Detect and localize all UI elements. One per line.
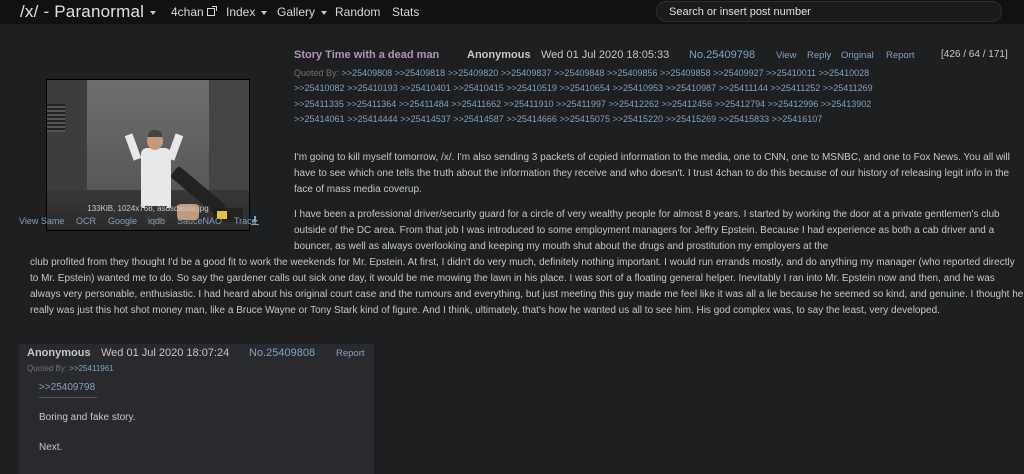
external-link-icon <box>206 6 217 16</box>
quoted-by-link[interactable]: >>25412262 <box>608 99 659 109</box>
quoted-by-link[interactable]: >>25411997 <box>556 99 606 109</box>
thread-stats: [426 / 64 / 171] <box>941 49 1008 60</box>
quoted-by-link[interactable]: >>25409848 <box>554 68 605 78</box>
quoted-by-link[interactable]: >>25409858 <box>660 68 711 78</box>
reply-date: Wed 01 Jul 2020 18:07:24 <box>101 347 230 359</box>
reply-quoted-by-link[interactable]: >>25411961 <box>69 364 113 373</box>
quoted-by-link[interactable]: >>25410654 <box>559 83 610 93</box>
quoted-by-link[interactable]: >>25416107 <box>772 114 823 124</box>
quoted-by-link[interactable]: >>25415269 <box>666 114 717 124</box>
quoted-by-link[interactable]: >>25410953 <box>612 83 663 93</box>
quoted-by-link[interactable]: >>25412456 <box>662 99 713 109</box>
search-input[interactable] <box>656 1 1002 22</box>
board-title[interactable]: /x/ - Paranormal <box>20 2 157 22</box>
nav-link-random[interactable]: Random <box>335 5 380 19</box>
quoted-by-link[interactable]: >>25412794 <box>715 99 766 109</box>
quoted-by-link[interactable]: >>25414537 <box>400 114 451 124</box>
quoted-by-link[interactable]: >>25409820 <box>448 68 499 78</box>
reply-post-number[interactable]: No.25409808 <box>249 347 315 359</box>
quoted-by-link[interactable]: >>25409927 <box>713 68 764 78</box>
quoted-by-link[interactable]: >>25410028 <box>819 68 870 78</box>
quoted-by-link[interactable]: >>25411335 <box>294 99 344 109</box>
op-date: Wed 01 Jul 2020 18:05:33 <box>541 49 670 61</box>
reply-quoted-by: Quoted By: >>25411961 <box>27 364 114 373</box>
quoted-by-link[interactable]: >>25411662 <box>451 99 501 109</box>
quoted-by-link[interactable]: >>25414444 <box>347 114 398 124</box>
chevron-down-icon[interactable] <box>150 10 157 15</box>
quoted-by-link[interactable]: >>25410082 <box>294 83 345 93</box>
thread-content: 133KiB, 1024x768, asdsdasda.jpg View Sam… <box>0 28 1024 474</box>
quoted-by-link[interactable]: >>25415075 <box>559 114 610 124</box>
nav-link-index-label: Index <box>226 5 256 19</box>
quoted-by-link[interactable]: >>25410519 <box>506 83 557 93</box>
quoted-by-link[interactable]: >>25411252 <box>770 83 820 93</box>
scene-vent <box>47 104 65 132</box>
reply-text-line-2: Next. <box>39 442 63 453</box>
quoted-by-link[interactable]: >>25414061 <box>294 114 345 124</box>
nav-link-gallery-label: Gallery <box>277 5 316 19</box>
op-post-number[interactable]: No.25409798 <box>689 49 755 61</box>
quoted-by-link[interactable]: >>25411364 <box>346 99 396 109</box>
quoted-by-label: Quoted By: <box>294 68 340 78</box>
quoted-by-link[interactable]: >>25415833 <box>719 114 770 124</box>
nav-link-stats[interactable]: Stats <box>392 5 419 19</box>
nav-link-4chan[interactable]: 4chan <box>171 5 217 19</box>
op-report-link[interactable]: Report <box>886 50 915 61</box>
chevron-down-icon <box>261 10 268 15</box>
quoted-by-link[interactable]: >>25410401 <box>400 83 451 93</box>
nav-link-index[interactable]: Index <box>226 5 268 19</box>
reply-report-link[interactable]: Report <box>336 348 365 359</box>
op-original-link[interactable]: Original <box>841 50 874 61</box>
reply-quote-link[interactable]: >>25409798 <box>39 382 95 393</box>
reply-poster-name: Anonymous <box>27 347 91 359</box>
op-body-paragraph-2-rest: club profited from they thought I'd be a… <box>30 257 1024 316</box>
nav-link-gallery[interactable]: Gallery <box>277 5 328 19</box>
op-subject: Story Time with a dead man <box>294 49 440 61</box>
quoted-by-link[interactable]: >>25411269 <box>823 83 873 93</box>
quoted-by-link[interactable]: >>25415220 <box>612 114 663 124</box>
quoted-by-link[interactable]: >>25409837 <box>501 68 552 78</box>
quoted-by-link[interactable]: >>25411484 <box>399 99 449 109</box>
chevron-down-icon <box>321 10 328 15</box>
quoted-by-link[interactable]: >>25412996 <box>768 99 819 109</box>
quoted-by-link[interactable]: >>25413902 <box>821 99 872 109</box>
reply-text-line-1: Boring and fake story. <box>39 412 136 423</box>
op-quoted-by: Quoted By: >>25409808 >>25409818 >>25409… <box>294 66 914 128</box>
quoted-by-link[interactable]: >>25409808 <box>342 68 393 78</box>
quoted-by-label: Quoted By: <box>27 364 68 373</box>
quoted-by-link[interactable]: >>25411144 <box>719 83 768 93</box>
op-poster-name: Anonymous <box>467 49 531 61</box>
nav-link-4chan-label: 4chan <box>171 5 204 19</box>
quoted-by-link[interactable]: >>25410415 <box>453 83 504 93</box>
op-body-paragraph-2-first: I have been a professional driver/securi… <box>294 209 1000 252</box>
scene-figure-hair <box>148 130 162 137</box>
board-title-text: /x/ - Paranormal <box>20 2 145 21</box>
quoted-by-link[interactable]: >>25414587 <box>453 114 504 124</box>
quoted-by-link[interactable]: >>25410987 <box>666 83 717 93</box>
quoted-by-link[interactable]: >>25411910 <box>504 99 554 109</box>
quoted-by-link[interactable]: >>25409818 <box>395 68 446 78</box>
scene-figure-body <box>141 148 171 208</box>
quote-link-underline <box>39 397 97 398</box>
reply-post: Anonymous Wed 01 Jul 2020 18:07:24 No.25… <box>19 344 375 474</box>
op-view-link[interactable]: View <box>776 50 796 61</box>
op-body-paragraph-2: I have been a professional driver/securi… <box>30 207 1024 319</box>
quoted-by-link[interactable]: >>25410193 <box>347 83 398 93</box>
op-reply-link[interactable]: Reply <box>807 50 831 61</box>
quoted-by-link[interactable]: >>25409856 <box>607 68 658 78</box>
op-body-paragraph-1: I'm going to kill myself tomorrow, /x/. … <box>294 152 1010 195</box>
top-nav-bar: /x/ - Paranormal 4chan Index Gallery Ran… <box>0 0 1024 24</box>
quoted-by-link[interactable]: >>25410011 <box>766 68 816 78</box>
quoted-by-link[interactable]: >>25414666 <box>506 114 557 124</box>
